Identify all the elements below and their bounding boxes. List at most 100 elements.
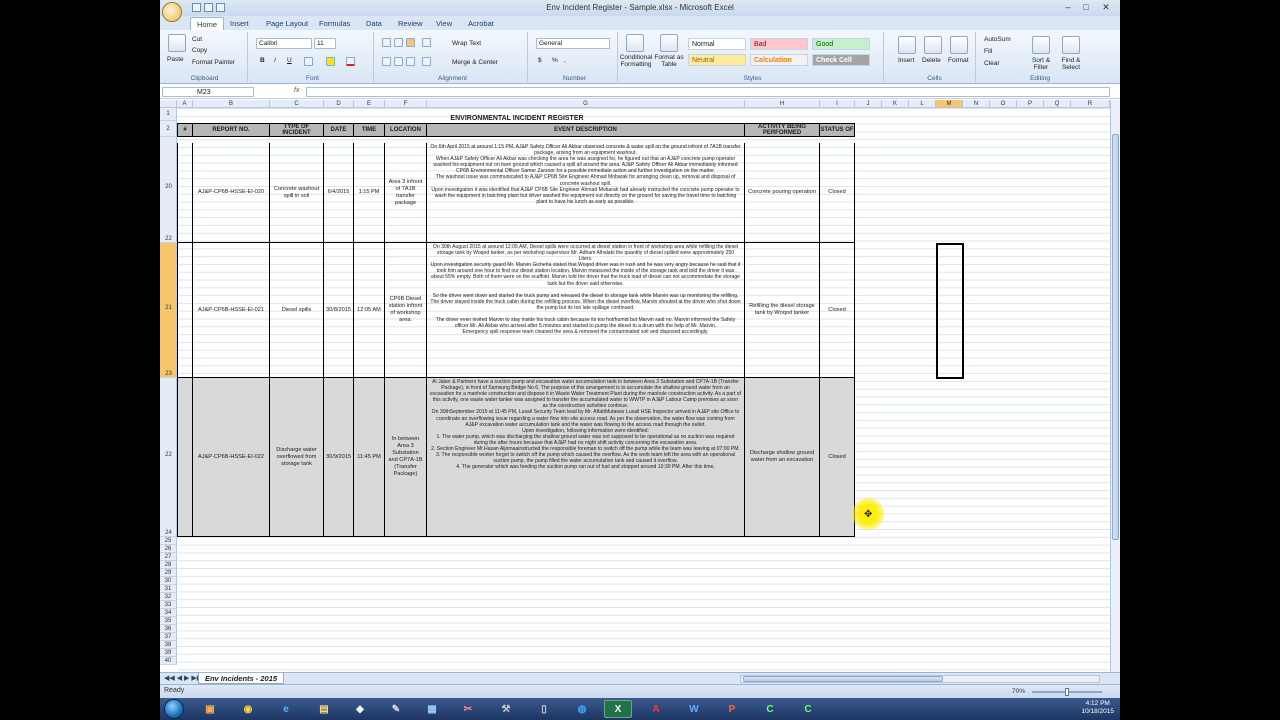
column-header[interactable]: R [1071, 100, 1110, 108]
format-painter-button[interactable]: Format Painter [192, 59, 235, 66]
tab-review[interactable]: Review [392, 17, 429, 30]
style-check-cell[interactable]: Check Cell [812, 54, 870, 66]
word-icon[interactable]: W [680, 700, 708, 718]
cell-report-no[interactable]: AJ&P-CP6B-HSSE-EI-021 [193, 243, 270, 378]
delete-cells-icon[interactable] [924, 36, 942, 54]
font-color-icon[interactable] [346, 57, 355, 66]
insert-cells-button[interactable]: Insert [898, 57, 914, 64]
bold-button[interactable]: B [260, 57, 265, 64]
cell-date[interactable]: 30/8/2015 [324, 243, 354, 378]
conditional-formatting-button[interactable]: Conditional Formatting [616, 54, 656, 68]
copy-button[interactable]: Copy [192, 47, 207, 54]
number-format-select[interactable]: General [536, 38, 610, 49]
sheet-tab-env-incidents[interactable]: Env Incidents - 2015 [198, 673, 284, 684]
cell-num[interactable] [177, 143, 193, 243]
align-center-icon[interactable] [394, 57, 403, 66]
row-header[interactable]: 29 [160, 569, 177, 577]
row-header[interactable]: 34 [160, 609, 177, 617]
cell-report-no[interactable]: AJ&P-CP6B-HSSE-EI-020 [193, 143, 270, 243]
column-header[interactable]: Q [1044, 100, 1071, 108]
cell-status[interactable]: Closed [820, 378, 855, 537]
cell-description[interactable]: On 30th August 2015 at around 12:05 AM, … [427, 243, 745, 378]
style-bad[interactable]: Bad [750, 38, 808, 50]
paste-icon[interactable] [168, 34, 186, 52]
column-header[interactable]: B [193, 100, 270, 108]
fill-color-icon[interactable] [326, 57, 335, 66]
clear-button[interactable]: Clear [984, 60, 1000, 67]
cell-num[interactable] [177, 243, 193, 378]
snipping-tool-icon[interactable]: ✂ [454, 700, 482, 718]
find-select-button[interactable]: Find & Select [1056, 57, 1086, 71]
column-header[interactable]: N [963, 100, 990, 108]
tab-home[interactable]: Home [190, 17, 225, 30]
internet-explorer-icon[interactable]: e [272, 700, 300, 718]
align-bottom-icon[interactable] [406, 38, 415, 47]
column-header[interactable]: D [324, 100, 354, 108]
column-header[interactable]: O [990, 100, 1017, 108]
cell-activity[interactable]: Discharge shallow ground water from an e… [745, 378, 820, 537]
camtasia-recorder-icon[interactable]: C [794, 700, 822, 718]
row-header[interactable]: 39 [160, 649, 177, 657]
cell-time[interactable]: 12:05 AM [354, 243, 385, 378]
column-header[interactable]: L [909, 100, 936, 108]
row-header[interactable]: 40 [160, 657, 177, 665]
align-left-icon[interactable] [382, 57, 391, 66]
row-header[interactable]: 27 [160, 553, 177, 561]
cell-activity[interactable]: Concrete pouring operation [745, 143, 820, 243]
camtasia-icon[interactable]: C [756, 700, 784, 718]
zoom-slider[interactable] [1032, 688, 1102, 696]
tab-acrobat[interactable]: Acrobat [462, 17, 500, 30]
insert-cells-icon[interactable] [898, 36, 916, 54]
minimize-button[interactable]: – [1062, 2, 1074, 13]
wrap-text-button[interactable]: Wrap Text [452, 40, 481, 47]
row-header[interactable]: 38 [160, 641, 177, 649]
format-cells-icon[interactable] [950, 36, 968, 54]
explorer-icon[interactable]: ▤ [310, 700, 338, 718]
column-header[interactable]: C [270, 100, 324, 108]
cell-type[interactable]: Discharge water overflowed from storage … [270, 378, 324, 537]
row-header[interactable]: 37 [160, 633, 177, 641]
cell-location[interactable]: CP6B Diesel station infront of workshop … [385, 243, 427, 378]
cell-date[interactable]: 6/4/2015 [324, 143, 354, 243]
format-cells-button[interactable]: Format [948, 57, 969, 64]
align-top-icon[interactable] [382, 38, 391, 47]
fill-button[interactable]: Fill [984, 48, 992, 55]
conditional-formatting-icon[interactable] [626, 34, 644, 52]
column-header-selected[interactable]: M [936, 100, 963, 108]
app-icon[interactable]: ◆ [346, 700, 374, 718]
select-all-corner[interactable] [160, 100, 177, 108]
formula-input[interactable] [306, 87, 1110, 97]
orientation-icon[interactable] [422, 38, 431, 47]
zoom-slider-knob[interactable] [1065, 688, 1069, 696]
cell-location[interactable]: In between Area 3 Substation and CP7A-1B… [385, 378, 427, 537]
cell-type[interactable]: Concrete washout spill in soil [270, 143, 324, 243]
row-header[interactable]: 31 [160, 585, 177, 593]
column-header[interactable]: K [882, 100, 909, 108]
row-header[interactable]: 25 [160, 537, 177, 545]
sort-filter-icon[interactable] [1032, 36, 1050, 54]
column-header[interactable]: F [385, 100, 427, 108]
format-as-table-button[interactable]: Format as Table [652, 54, 686, 68]
align-middle-icon[interactable] [394, 38, 403, 47]
horizontal-scroll-thumb[interactable] [743, 676, 943, 682]
column-header[interactable]: G [427, 100, 745, 108]
underline-button[interactable]: U [287, 57, 292, 64]
tools-icon[interactable]: ⚒ [492, 700, 520, 718]
cell-status[interactable]: Closed [820, 243, 855, 378]
tab-data[interactable]: Data [360, 17, 388, 30]
font-size-select[interactable]: 11 [314, 38, 336, 49]
row-header[interactable]: 30 [160, 577, 177, 585]
merge-center-button[interactable]: Merge & Center [452, 59, 498, 66]
globe-icon[interactable]: ◍ [568, 700, 596, 718]
name-box[interactable]: M23 [162, 87, 254, 97]
maximize-button[interactable]: □ [1080, 2, 1092, 13]
row-header[interactable]: 28 [160, 561, 177, 569]
cell-type[interactable]: Diesel spills [270, 243, 324, 378]
find-select-icon[interactable] [1062, 36, 1080, 54]
row-header[interactable]: 1 [160, 108, 177, 121]
style-good[interactable]: Good [812, 38, 870, 50]
style-neutral[interactable]: Neutral [688, 54, 746, 66]
column-header[interactable]: A [177, 100, 193, 108]
borders-icon[interactable] [304, 57, 313, 66]
delete-cells-button[interactable]: Delete [922, 57, 941, 64]
